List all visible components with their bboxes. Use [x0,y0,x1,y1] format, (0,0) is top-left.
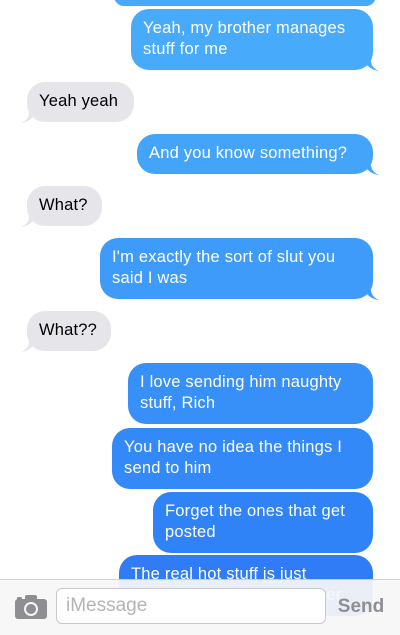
message-text: What?? [39,321,98,339]
bubble-tail [21,336,37,352]
message-bubble-partial [114,0,376,6]
message-bubble-outgoing[interactable]: I love sending him naughty stuff, Rich [128,363,373,424]
bubble-tail [21,211,37,227]
message-text: Yeah, my brother manages stuff for me [143,19,346,58]
message-input[interactable]: iMessage [56,588,326,624]
message-bubble-outgoing[interactable]: Yeah, my brother manages stuff for me [131,9,379,71]
bubble-tail [363,55,379,71]
message-text: What? [39,196,88,214]
message-text: I'm exactly the sort of slut you said I … [112,248,336,287]
message-bubble-outgoing[interactable]: I'm exactly the sort of slut you said I … [100,238,379,300]
message-text: Forget the ones that get posted [165,502,345,541]
message-thread: Yeah, my brother manages stuff for me Ye… [0,0,400,635]
camera-icon[interactable] [14,594,48,620]
bubble-tail [363,284,379,300]
message-input-bar: iMessage Send [0,579,400,635]
message-bubble-outgoing[interactable]: Forget the ones that get posted [153,492,373,553]
message-bubble-incoming[interactable]: Yeah yeah [21,82,134,123]
bubble-tail [363,159,379,175]
message-bubble-incoming[interactable]: What?? [21,311,111,352]
bubble-tail [21,107,37,123]
message-bubble-outgoing[interactable]: You have no idea the things I send to hi… [112,428,373,489]
message-text: You have no idea the things I send to hi… [124,438,343,477]
message-text: And you know something? [149,144,348,162]
send-button[interactable]: Send [334,594,388,620]
message-text: I love sending him naughty stuff, Rich [140,373,342,412]
message-text: Yeah yeah [39,92,119,110]
message-bubble-outgoing[interactable]: And you know something? [137,134,379,175]
message-bubble-incoming[interactable]: What? [21,186,102,227]
